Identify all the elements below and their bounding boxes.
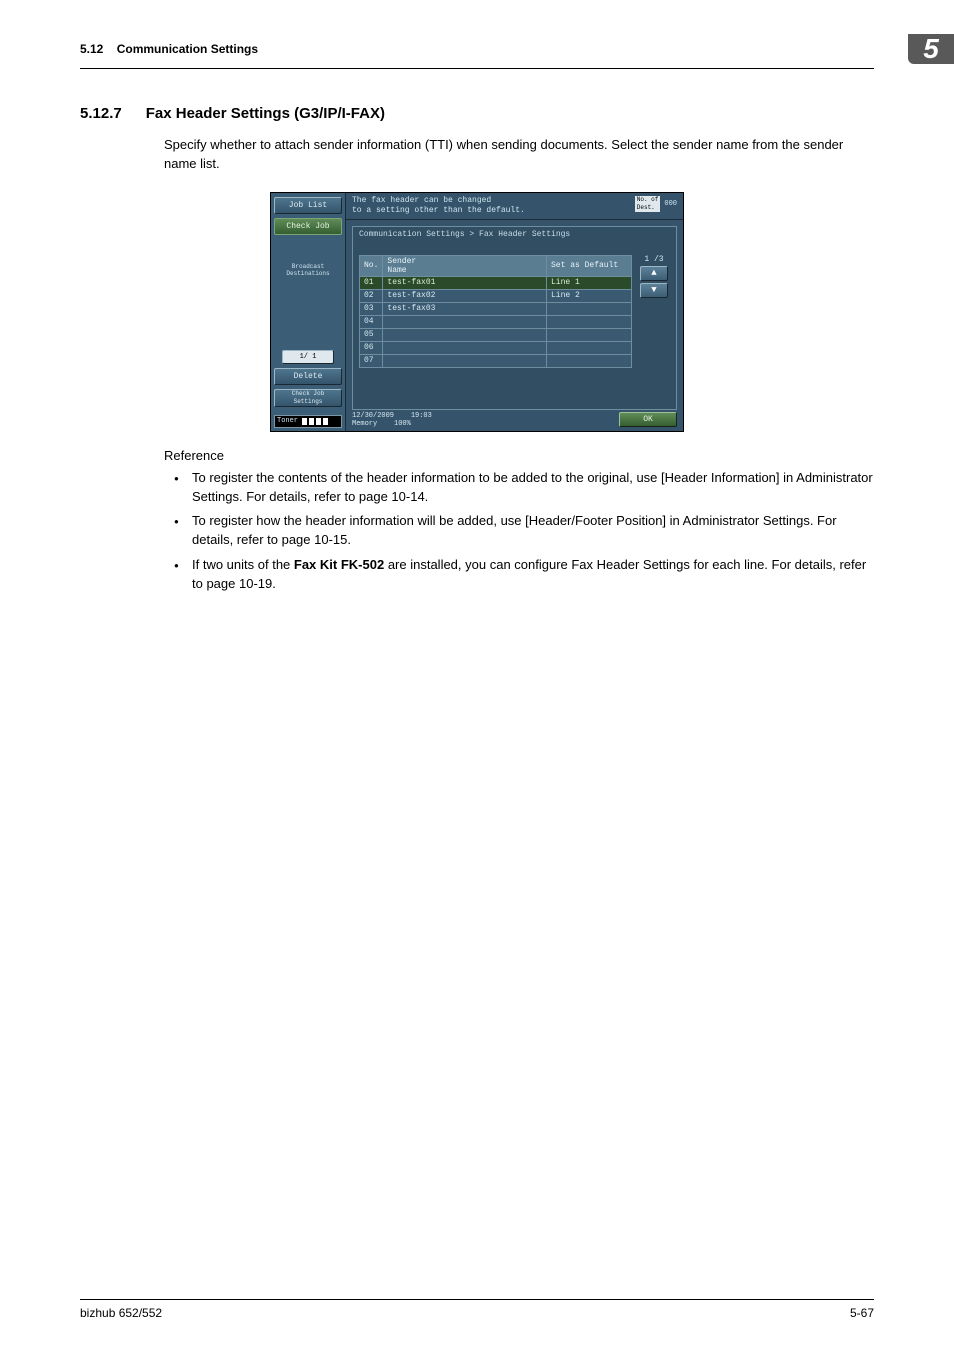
page-header: 5.12 Communication Settings 5 <box>80 34 874 69</box>
reference-list: To register the contents of the header i… <box>164 469 874 594</box>
device-status-bar: 12/30/2009 19:03 Memory 100% OK <box>346 410 683 431</box>
footer-page: 5-67 <box>850 1306 874 1320</box>
status-memory-value: 100% <box>394 420 411 428</box>
section-heading: 5.12.7 Fax Header Settings (G3/IP/I-FAX) <box>80 105 874 122</box>
table-row[interactable]: 02 test-fax02 Line 2 <box>360 289 632 302</box>
dest-count-value: 000 <box>664 200 677 208</box>
job-list-button[interactable]: Job List <box>274 197 342 214</box>
page-up-button[interactable]: ▲ <box>640 266 668 281</box>
col-no: No. <box>360 255 383 276</box>
col-default: Set as Default <box>547 255 632 276</box>
broadcast-label: Broadcast Destinations <box>286 263 329 277</box>
status-time: 19:03 <box>411 412 432 420</box>
page-indicator: 1/ 1 <box>282 350 334 364</box>
device-content-frame: Communication Settings > Fax Header Sett… <box>352 226 677 410</box>
table-page-indicator: 1 /3 <box>644 255 663 264</box>
top-line1: The fax header can be changed <box>352 196 525 206</box>
table-row[interactable]: 03 test-fax03 <box>360 302 632 315</box>
reference-item: To register how the header information w… <box>164 512 874 550</box>
header-section-ref: 5.12 <box>80 42 103 56</box>
sender-table: No. Sender Name Set as Default 01 test-f… <box>359 255 632 368</box>
breadcrumb: Communication Settings > Fax Header Sett… <box>359 230 670 239</box>
top-line2: to a setting other than the default. <box>352 206 525 216</box>
section-title: Fax Header Settings (G3/IP/I-FAX) <box>146 105 385 122</box>
section-number: 5.12.7 <box>80 105 122 122</box>
footer-model: bizhub 652/552 <box>80 1306 162 1320</box>
dest-count-label: No. of Dest. <box>635 196 661 212</box>
table-row[interactable]: 04 <box>360 315 632 328</box>
page-footer: bizhub 652/552 5-67 <box>80 1299 874 1320</box>
status-memory-label: Memory <box>352 420 377 428</box>
device-right-panel: The fax header can be changed to a setti… <box>346 193 683 431</box>
delete-button[interactable]: Delete <box>274 368 342 385</box>
toner-indicator: Toner <box>274 415 342 428</box>
status-date: 12/30/2009 <box>352 412 394 420</box>
page-down-button[interactable]: ▼ <box>640 283 668 298</box>
reference-heading: Reference <box>164 448 874 463</box>
ok-button[interactable]: OK <box>619 412 677 427</box>
toner-label: Toner <box>277 417 298 425</box>
table-row[interactable]: 07 <box>360 354 632 367</box>
col-name: Sender Name <box>383 255 547 276</box>
intro-paragraph: Specify whether to attach sender informa… <box>164 136 874 174</box>
device-screenshot: Job List Check Job Broadcast Destination… <box>270 192 684 432</box>
check-job-button[interactable]: Check Job <box>274 218 342 235</box>
reference-item: If two units of the Fax Kit FK-502 are i… <box>164 556 874 594</box>
chapter-number: 5 <box>908 34 954 64</box>
device-top-bar: The fax header can be changed to a setti… <box>346 193 683 220</box>
table-row[interactable]: 06 <box>360 341 632 354</box>
check-job-settings-button[interactable]: Check Job Settings <box>274 389 342 407</box>
device-left-panel: Job List Check Job Broadcast Destination… <box>271 193 346 431</box>
table-row[interactable]: 01 test-fax01 Line 1 <box>360 276 632 289</box>
header-section-title: Communication Settings <box>117 42 258 56</box>
reference-item: To register the contents of the header i… <box>164 469 874 507</box>
table-row[interactable]: 05 <box>360 328 632 341</box>
